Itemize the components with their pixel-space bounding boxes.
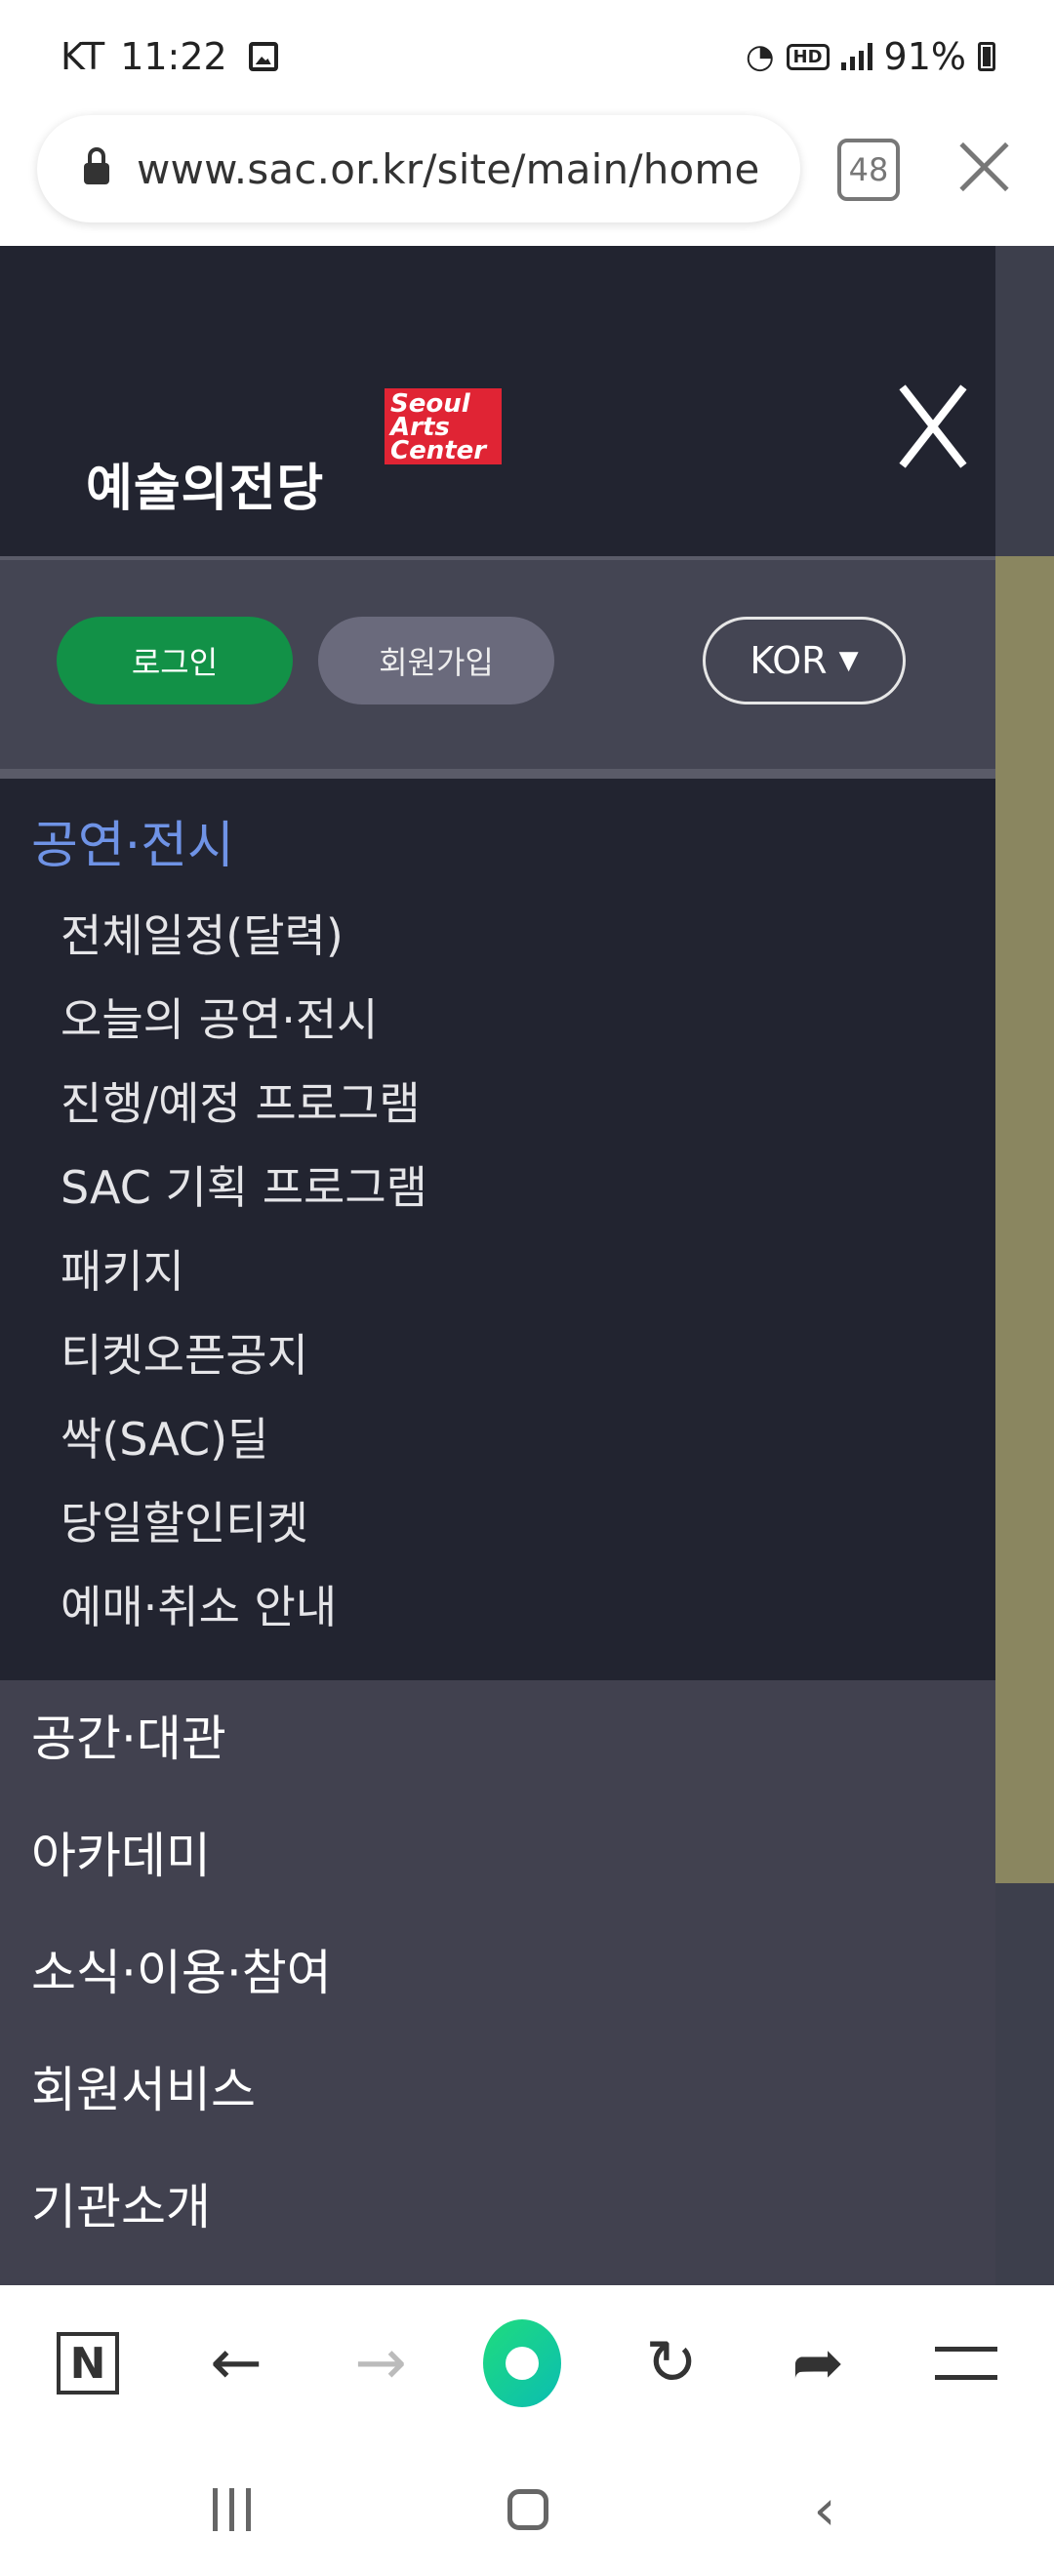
reload-button[interactable]: ↻ xyxy=(632,2324,710,2402)
reload-icon: ↻ xyxy=(645,2327,698,2399)
submenu-item[interactable]: 싹(SAC)딜 xyxy=(61,1397,427,1481)
url-text: www.sac.or.kr/site/main/home xyxy=(137,144,760,193)
submenu-item[interactable]: 오늘의 공연·전시 xyxy=(61,978,427,1062)
category-item[interactable]: 기관소개 xyxy=(31,2149,332,2266)
category-item[interactable]: 회원서비스 xyxy=(31,2032,332,2149)
naver-home-button[interactable]: N xyxy=(49,2324,127,2402)
image-notification-icon xyxy=(248,42,278,71)
category-item[interactable]: 소식·이용·참여 xyxy=(31,1914,332,2032)
submenu-item[interactable]: 전체일정(달력) xyxy=(61,894,427,978)
battery-percent: 91% xyxy=(883,35,966,78)
join-button[interactable]: 회원가입 xyxy=(318,617,554,704)
browser-address-bar: www.sac.or.kr/site/main/home 48 xyxy=(0,107,1054,246)
naver-n-icon: N xyxy=(57,2332,119,2395)
caret-down-icon: ▼ xyxy=(838,646,859,675)
logo-box: Seoul Arts Center xyxy=(385,388,502,464)
signal-icon xyxy=(840,43,872,70)
status-bar: KT 11:22 ◔ HD 91% xyxy=(0,0,1054,107)
submenu-item[interactable]: 당일할인티켓 xyxy=(61,1481,427,1565)
login-button[interactable]: 로그인 xyxy=(57,617,293,704)
submenu-item[interactable]: 예매·취소 안내 xyxy=(61,1565,427,1649)
carrier: KT xyxy=(61,35,105,78)
home-icon xyxy=(507,2489,548,2530)
lock-icon xyxy=(84,147,109,184)
submenu-panel: 공연·전시 전체일정(달력) 오늘의 공연·전시 진행/예정 프로그램 SAC … xyxy=(0,769,995,1680)
browser-toolbar: N ← → ↻ ➦ xyxy=(0,2285,1054,2441)
logo-text-ko: 예술의전당 xyxy=(86,460,325,518)
system-back-button[interactable]: ‹ xyxy=(800,2476,849,2543)
arrow-left-icon: ← xyxy=(210,2327,263,2399)
green-dot-icon xyxy=(483,2319,561,2407)
language-label: KOR xyxy=(750,639,828,682)
chevron-left-icon: ‹ xyxy=(813,2476,836,2543)
wifi-icon: ◔ xyxy=(745,37,775,76)
drawer-header: 예술의전당 Seoul Arts Center xyxy=(0,246,995,556)
home-button[interactable] xyxy=(504,2480,552,2539)
category-list: 공간·대관 아카데미 소식·이용·참여 회원서비스 기관소개 xyxy=(31,1680,332,2266)
hd-voice-icon: HD xyxy=(786,43,830,70)
submenu-list: 전체일정(달력) 오늘의 공연·전시 진행/예정 프로그램 SAC 기획 프로그… xyxy=(61,894,427,1649)
menu-button[interactable] xyxy=(927,2324,1005,2402)
background-page xyxy=(995,246,1054,2285)
hamburger-icon xyxy=(935,2347,997,2380)
tab-count-button[interactable]: 48 xyxy=(837,139,900,201)
submenu-item[interactable]: 패키지 xyxy=(61,1229,427,1313)
share-icon: ➦ xyxy=(791,2327,844,2399)
close-menu-icon[interactable] xyxy=(896,382,970,470)
forward-button[interactable]: → xyxy=(342,2324,420,2402)
category-item[interactable]: 아카데미 xyxy=(31,1797,332,1914)
background-banner xyxy=(995,556,1054,1883)
arrow-right-icon: → xyxy=(354,2327,407,2399)
side-menu-drawer: 예술의전당 Seoul Arts Center 로그인 회원가입 KOR ▼ 공… xyxy=(0,246,995,2285)
auth-row: 로그인 회원가입 KOR ▼ xyxy=(0,556,995,769)
submenu-item[interactable]: 티켓오픈공지 xyxy=(61,1313,427,1397)
share-button[interactable]: ➦ xyxy=(779,2324,857,2402)
clock: 11:22 xyxy=(120,35,227,78)
recent-apps-button[interactable] xyxy=(207,2480,256,2539)
battery-icon xyxy=(978,42,995,71)
close-page-icon[interactable] xyxy=(953,135,1017,199)
back-button[interactable]: ← xyxy=(197,2324,275,2402)
category-performance-exhibition[interactable]: 공연·전시 xyxy=(31,804,234,877)
url-field[interactable]: www.sac.or.kr/site/main/home xyxy=(37,115,800,222)
language-select[interactable]: KOR ▼ xyxy=(703,617,906,704)
system-nav-bar: ‹ xyxy=(0,2441,1054,2576)
category-item[interactable]: 공간·대관 xyxy=(31,1680,332,1797)
green-dot-button[interactable] xyxy=(483,2319,561,2407)
submenu-item[interactable]: 진행/예정 프로그램 xyxy=(61,1062,427,1146)
submenu-item[interactable]: SAC 기획 프로그램 xyxy=(61,1146,427,1229)
